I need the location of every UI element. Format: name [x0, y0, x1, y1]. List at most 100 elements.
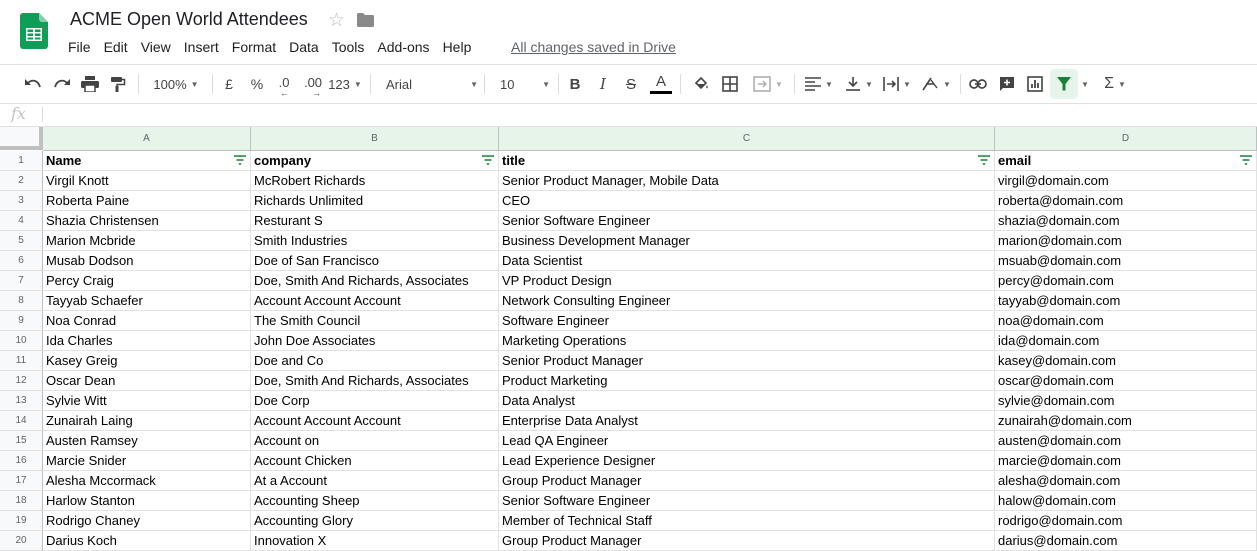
merge-cells-icon[interactable]: ▼	[748, 65, 788, 103]
fill-color-icon[interactable]	[690, 65, 712, 103]
table-cell[interactable]: Harlow Stanton	[43, 491, 251, 511]
table-cell[interactable]: VP Product Design	[499, 271, 995, 291]
table-cell[interactable]: Tayyab Schaefer	[43, 291, 251, 311]
table-cell[interactable]: Austen Ramsey	[43, 431, 251, 451]
table-cell[interactable]: At a Account	[251, 471, 499, 491]
table-cell[interactable]: McRobert Richards	[251, 171, 499, 191]
row-header[interactable]: 3	[0, 191, 43, 211]
column-filter-icon[interactable]	[234, 155, 246, 165]
text-wrapping-icon[interactable]: ▼	[880, 65, 914, 103]
table-cell[interactable]: Virgil Knott	[43, 171, 251, 191]
table-cell[interactable]: sylvie@domain.com	[995, 391, 1257, 411]
formula-input[interactable]	[48, 103, 1248, 126]
table-cell[interactable]: Accounting Glory	[251, 511, 499, 531]
save-status-link[interactable]: All changes saved in Drive	[511, 39, 676, 55]
font-size-select[interactable]: 10 ▼	[496, 65, 550, 103]
table-cell[interactable]: Senior Software Engineer	[499, 211, 995, 231]
table-cell[interactable]: Network Consulting Engineer	[499, 291, 995, 311]
table-cell[interactable]: Percy Craig	[43, 271, 251, 291]
table-cell[interactable]: Darius Koch	[43, 531, 251, 551]
table-cell[interactable]: halow@domain.com	[995, 491, 1257, 511]
table-cell[interactable]: Data Analyst	[499, 391, 995, 411]
table-cell[interactable]: marcie@domain.com	[995, 451, 1257, 471]
column-header-b[interactable]: B	[251, 127, 499, 151]
row-header[interactable]: 10	[0, 331, 43, 351]
undo-icon[interactable]	[22, 65, 44, 103]
menu-insert[interactable]: Insert	[184, 39, 219, 55]
folder-icon[interactable]	[357, 13, 374, 27]
table-cell[interactable]: Account Chicken	[251, 451, 499, 471]
column-filter-icon[interactable]	[978, 155, 990, 165]
table-cell[interactable]: Account Account Account	[251, 411, 499, 431]
table-cell[interactable]: Doe of San Francisco	[251, 251, 499, 271]
table-cell[interactable]: ida@domain.com	[995, 331, 1257, 351]
table-cell[interactable]: Roberta Paine	[43, 191, 251, 211]
row-header[interactable]: 20	[0, 531, 43, 551]
table-cell[interactable]: kasey@domain.com	[995, 351, 1257, 371]
table-cell[interactable]: The Smith Council	[251, 311, 499, 331]
row-header[interactable]: 11	[0, 351, 43, 371]
table-cell[interactable]: oscar@domain.com	[995, 371, 1257, 391]
menu-data[interactable]: Data	[289, 39, 319, 55]
row-header[interactable]: 16	[0, 451, 43, 471]
document-title[interactable]: ACME Open World Attendees	[70, 9, 308, 30]
table-cell[interactable]: Senior Product Manager	[499, 351, 995, 371]
vertical-align-icon[interactable]: ▼	[842, 65, 876, 103]
filter-icon[interactable]	[1050, 69, 1078, 99]
table-cell[interactable]: John Doe Associates	[251, 331, 499, 351]
menu-edit[interactable]: Edit	[104, 39, 128, 55]
zoom-select[interactable]: 100% ▼	[146, 65, 206, 103]
row-header[interactable]: 1	[0, 151, 43, 171]
header-cell-name[interactable]: Name	[43, 151, 251, 171]
row-header[interactable]: 9	[0, 311, 43, 331]
row-header[interactable]: 5	[0, 231, 43, 251]
strikethrough-button[interactable]: S	[621, 65, 641, 103]
table-cell[interactable]: Senior Software Engineer	[499, 491, 995, 511]
table-cell[interactable]: Rodrigo Chaney	[43, 511, 251, 531]
borders-icon[interactable]	[719, 65, 741, 103]
table-cell[interactable]: Resturant S	[251, 211, 499, 231]
google-sheets-logo-icon[interactable]	[20, 13, 48, 49]
menu-file[interactable]: File	[68, 39, 91, 55]
row-header[interactable]: 15	[0, 431, 43, 451]
menu-help[interactable]: Help	[443, 39, 472, 55]
row-header[interactable]: 19	[0, 511, 43, 531]
table-cell[interactable]: Member of Technical Staff	[499, 511, 995, 531]
table-cell[interactable]: Lead QA Engineer	[499, 431, 995, 451]
row-header[interactable]: 8	[0, 291, 43, 311]
currency-format-button[interactable]: £	[218, 65, 240, 103]
table-cell[interactable]: Marion Mcbride	[43, 231, 251, 251]
text-color-button[interactable]: A	[649, 65, 673, 103]
row-header[interactable]: 4	[0, 211, 43, 231]
table-cell[interactable]: roberta@domain.com	[995, 191, 1257, 211]
star-icon[interactable]: ☆	[328, 9, 345, 32]
table-cell[interactable]: Alesha Mccormack	[43, 471, 251, 491]
table-cell[interactable]: Group Product Manager	[499, 531, 995, 551]
link-icon[interactable]	[967, 65, 989, 103]
row-header[interactable]: 7	[0, 271, 43, 291]
insert-chart-icon[interactable]	[1024, 65, 1046, 103]
table-cell[interactable]: Noa Conrad	[43, 311, 251, 331]
decrease-decimal-button[interactable]: .0 ←	[272, 65, 296, 103]
functions-button[interactable]: Σ ▼	[1098, 65, 1132, 103]
row-header[interactable]: 12	[0, 371, 43, 391]
header-cell-email[interactable]: email	[995, 151, 1257, 171]
column-filter-icon[interactable]	[482, 155, 494, 165]
menu-addons[interactable]: Add-ons	[377, 39, 429, 55]
table-cell[interactable]: austen@domain.com	[995, 431, 1257, 451]
table-cell[interactable]: Doe Corp	[251, 391, 499, 411]
header-cell-company[interactable]: company	[251, 151, 499, 171]
table-cell[interactable]: Doe, Smith And Richards, Associates	[251, 371, 499, 391]
table-cell[interactable]: Zunairah Laing	[43, 411, 251, 431]
header-cell-title[interactable]: title	[499, 151, 995, 171]
table-cell[interactable]: Richards Unlimited	[251, 191, 499, 211]
row-header[interactable]: 2	[0, 171, 43, 191]
paint-format-icon[interactable]	[107, 65, 129, 103]
table-cell[interactable]: virgil@domain.com	[995, 171, 1257, 191]
table-cell[interactable]: Business Development Manager	[499, 231, 995, 251]
table-cell[interactable]: Product Marketing	[499, 371, 995, 391]
table-cell[interactable]: alesha@domain.com	[995, 471, 1257, 491]
select-all-corner[interactable]	[0, 127, 43, 150]
table-cell[interactable]: noa@domain.com	[995, 311, 1257, 331]
table-cell[interactable]: Doe, Smith And Richards, Associates	[251, 271, 499, 291]
